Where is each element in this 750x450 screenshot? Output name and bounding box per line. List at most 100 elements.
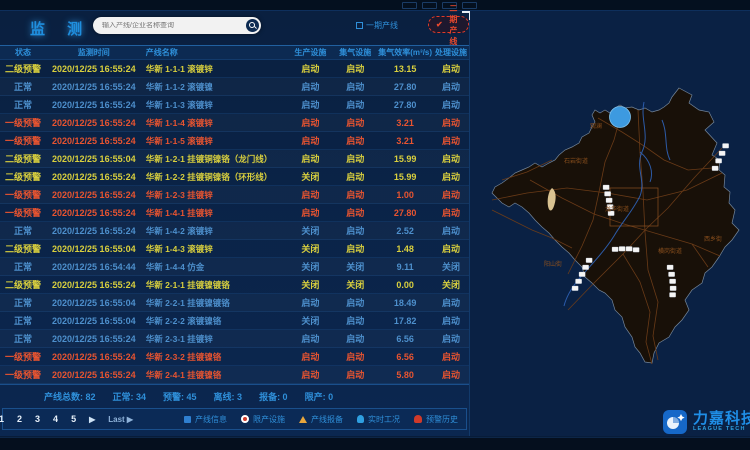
- window-button-icon[interactable]: [402, 2, 417, 9]
- monitor-table-panel: 监 测 一期产线 ✔ 二期产线 状态监测时间产线名称生产设施集气设施集气效率(m…: [0, 11, 470, 436]
- facility-marker[interactable]: [633, 248, 639, 253]
- cell-time: 2020/12/25 16:55:24: [46, 222, 142, 239]
- page-number[interactable]: 1: [0, 414, 4, 424]
- search-box[interactable]: [93, 17, 261, 34]
- cell-gas: 启动: [333, 114, 377, 131]
- table-row[interactable]: 一级预警2020/12/25 16:55:24华新 1-1-4 滚镀锌启动启动3…: [0, 114, 469, 132]
- cell-status: 正常: [0, 222, 46, 239]
- cell-treatment: 启动: [433, 96, 469, 113]
- facility-marker[interactable]: [603, 185, 609, 190]
- cell-name: 华新 1-2-3 挂镀锌: [142, 186, 288, 203]
- cell-name: 华新 2-3-1 挂镀锌: [142, 330, 288, 347]
- table-row[interactable]: 二级预警2020/12/25 16:55:04华新 1-4-3 滚镀锌关闭启动1…: [0, 240, 469, 258]
- cell-treatment: 关闭: [433, 258, 469, 275]
- brand-logo: 力嘉科技 LEAGUE TECH: [662, 409, 750, 435]
- cell-treatment: 启动: [433, 240, 469, 257]
- district-boundary: [492, 88, 739, 363]
- window-button-icon[interactable]: [462, 2, 477, 9]
- table-row[interactable]: 一级预警2020/12/25 16:55:24华新 1-4-1 挂镀锌启动启动2…: [0, 204, 469, 222]
- legend-item-square[interactable]: 产线信息: [184, 414, 227, 425]
- cell-production: 关闭: [287, 312, 333, 329]
- table-row[interactable]: 正常2020/12/25 16:54:44华新 1-4-4 仿金关闭关闭9.11…: [0, 258, 469, 276]
- legend-item-triangle[interactable]: 产线报备: [299, 414, 343, 425]
- facility-marker[interactable]: [716, 159, 722, 164]
- search-input[interactable]: [93, 22, 246, 29]
- cluster-count-marker[interactable]: [610, 107, 631, 128]
- cell-status: 正常: [0, 78, 46, 95]
- cell-treatment: 启动: [433, 366, 469, 383]
- facility-marker[interactable]: [667, 265, 673, 270]
- facility-marker[interactable]: [670, 279, 676, 284]
- facility-marker[interactable]: [612, 247, 618, 252]
- legend-item-circle[interactable]: 限产设施: [241, 414, 285, 425]
- table-row[interactable]: 正常2020/12/25 16:55:04华新 2-2-1 挂镀镍镀铬启动启动1…: [0, 294, 469, 312]
- cell-name: 华新 1-1-4 滚镀锌: [142, 114, 288, 131]
- facility-marker[interactable]: [576, 279, 582, 284]
- cell-treatment: 关闭: [433, 276, 469, 293]
- cell-time: 2020/12/25 16:55:04: [46, 240, 142, 257]
- cell-gas: 关闭: [333, 258, 377, 275]
- legend-item-person[interactable]: 实时工况: [357, 414, 400, 425]
- cell-name: 华新 1-1-3 滚镀锌: [142, 96, 288, 113]
- search-icon[interactable]: [246, 19, 259, 32]
- table-row[interactable]: 二级预警2020/12/25 16:55:24华新 1-2-2 挂镀铜镍铬（环形…: [0, 168, 469, 186]
- cell-efficiency: 27.80: [377, 204, 433, 221]
- facility-marker[interactable]: [626, 247, 632, 252]
- cell-treatment: 启动: [433, 294, 469, 311]
- cell-time: 2020/12/25 16:55:24: [46, 168, 142, 185]
- facility-marker[interactable]: [723, 144, 729, 149]
- cell-efficiency: 5.80: [377, 366, 433, 383]
- facility-marker[interactable]: [670, 286, 676, 291]
- facility-marker[interactable]: [586, 258, 592, 263]
- cell-efficiency: 1.00: [377, 186, 433, 203]
- facility-marker[interactable]: [712, 166, 718, 171]
- cell-time: 2020/12/25 16:55:04: [46, 150, 142, 167]
- table-row[interactable]: 二级预警2020/12/25 16:55:24华新 2-1-1 挂镀镍镀铬关闭关…: [0, 276, 469, 294]
- cell-name: 华新 1-4-2 滚镀锌: [142, 222, 288, 239]
- facility-marker[interactable]: [619, 247, 625, 252]
- facility-marker[interactable]: [572, 286, 578, 291]
- table-row[interactable]: 一级预警2020/12/25 16:55:24华新 1-2-3 挂镀锌启动启动1…: [0, 186, 469, 204]
- table-row[interactable]: 二级预警2020/12/25 16:55:24华新 1-1-1 滚镀锌启动启动1…: [0, 60, 469, 78]
- table-row[interactable]: 正常2020/12/25 16:55:04华新 2-2-2 滚镀镍铬关闭启动17…: [0, 312, 469, 330]
- summary-item: 产线总数: 82: [44, 390, 96, 403]
- facility-marker[interactable]: [605, 192, 611, 197]
- cell-treatment: 启动: [433, 204, 469, 221]
- facility-marker[interactable]: [579, 272, 585, 277]
- facility-marker[interactable]: [606, 198, 612, 203]
- checkbox-icon[interactable]: [356, 22, 363, 29]
- next-page-icon[interactable]: ▶: [89, 415, 95, 424]
- table-row[interactable]: 正常2020/12/25 16:55:24华新 1-1-3 滚镀锌启动启动27.…: [0, 96, 469, 114]
- cell-status: 正常: [0, 312, 46, 329]
- page-number[interactable]: 2: [17, 414, 22, 424]
- cell-treatment: 启动: [433, 330, 469, 347]
- cell-gas: 启动: [333, 132, 377, 149]
- table-row[interactable]: 正常2020/12/25 16:55:24华新 1-1-2 滚镀镍启动启动27.…: [0, 78, 469, 96]
- window-button-icon[interactable]: [422, 2, 437, 9]
- table-row[interactable]: 一级预警2020/12/25 16:55:24华新 1-1-5 滚镀锌启动启动3…: [0, 132, 469, 150]
- facility-marker[interactable]: [670, 293, 676, 298]
- facility-marker[interactable]: [583, 265, 589, 270]
- district-map[interactable]: 观澜石岩街道龙华街道阳山街横岗街道西乡街: [472, 60, 748, 396]
- table-row[interactable]: 一级预警2020/12/25 16:55:24华新 2-3-2 挂镀镍铬启动启动…: [0, 348, 469, 366]
- page-number[interactable]: 4: [53, 414, 58, 424]
- page-number[interactable]: 3: [35, 414, 40, 424]
- cell-name: 华新 2-1-1 挂镀镍镀铬: [142, 276, 288, 293]
- table-row[interactable]: 正常2020/12/25 16:55:24华新 2-3-1 挂镀锌启动启动6.5…: [0, 330, 469, 348]
- legend-item-bell[interactable]: 预警历史: [414, 414, 458, 425]
- table-row[interactable]: 二级预警2020/12/25 16:55:04华新 1-2-1 挂镀铜镍铬（龙门…: [0, 150, 469, 168]
- legend-label: 限产设施: [253, 414, 285, 425]
- table-row[interactable]: 正常2020/12/25 16:55:24华新 1-4-2 滚镀锌关闭启动2.5…: [0, 222, 469, 240]
- page-number[interactable]: 5: [71, 414, 76, 424]
- table-row[interactable]: 一级预警2020/12/25 16:55:24华新 2-4-1 挂镀镍铬启动启动…: [0, 366, 469, 384]
- last-page-button[interactable]: Last ▶: [108, 415, 133, 424]
- cell-gas: 启动: [333, 78, 377, 95]
- cell-gas: 启动: [333, 204, 377, 221]
- cell-status: 正常: [0, 294, 46, 311]
- cell-status: 正常: [0, 258, 46, 275]
- facility-marker[interactable]: [669, 272, 675, 277]
- phase1-checkbox[interactable]: 一期产线: [356, 20, 398, 31]
- facility-marker[interactable]: [719, 151, 725, 156]
- cell-name: 华新 1-1-5 滚镀锌: [142, 132, 288, 149]
- cell-production: 启动: [287, 60, 333, 77]
